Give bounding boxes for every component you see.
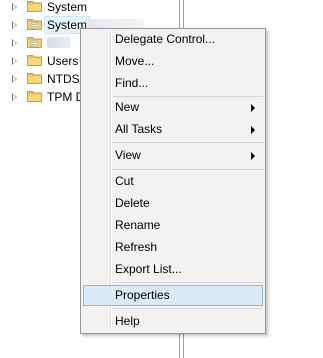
menu-item-all-tasks[interactable]: All Tasks <box>83 119 263 140</box>
expand-arrow-icon[interactable] <box>12 75 17 83</box>
folder-icon <box>27 37 42 48</box>
menu-item-label: View <box>115 148 141 162</box>
tree-item-label: NTDS <box>47 72 80 86</box>
menu-item-view[interactable]: View <box>83 145 263 166</box>
folder-icon <box>27 1 42 12</box>
menu-item-help[interactable]: Help <box>83 311 263 332</box>
expand-arrow-icon[interactable] <box>12 3 17 11</box>
expand-arrow-icon[interactable] <box>12 39 17 47</box>
menu-separator <box>113 282 263 283</box>
folder-icon <box>27 19 42 30</box>
menu-item-properties[interactable]: Properties <box>83 285 263 306</box>
menu-item-label: All Tasks <box>115 122 163 136</box>
menu-item-label: Move... <box>115 54 155 68</box>
tree-item-label: TPM D <box>47 90 85 104</box>
menu-item-label: Properties <box>115 288 170 302</box>
menu-item-move[interactable]: Move... <box>83 51 263 72</box>
menu-separator <box>113 142 263 143</box>
context-menu: Delegate Control... Move... Find... New … <box>80 28 266 334</box>
menu-item-delegate-control[interactable]: Delegate Control... <box>83 29 263 50</box>
menu-item-delete[interactable]: Delete <box>83 193 263 214</box>
menu-item-label: Delete <box>115 196 150 210</box>
tree-item-label: System <box>47 0 88 14</box>
tree-item-label: Users <box>47 54 79 68</box>
menu-separator <box>113 169 263 170</box>
redacted-text <box>47 37 71 48</box>
menu-item-label: Export List... <box>115 262 182 276</box>
menu-item-label: New <box>115 100 140 114</box>
menu-item-refresh[interactable]: Refresh <box>83 237 263 258</box>
expand-arrow-icon[interactable] <box>12 57 17 65</box>
menu-separator <box>113 308 263 309</box>
submenu-arrow-icon <box>251 152 255 160</box>
submenu-arrow-icon <box>251 104 255 112</box>
menu-item-label: Delegate Control... <box>115 32 216 46</box>
menu-item-new[interactable]: New <box>83 97 263 118</box>
folder-icon <box>27 73 42 84</box>
menu-item-rename[interactable]: Rename <box>83 215 263 236</box>
menu-item-cut[interactable]: Cut <box>83 171 263 192</box>
folder-icon <box>27 91 42 102</box>
menu-item-label: Help <box>115 314 140 328</box>
menu-item-export-list[interactable]: Export List... <box>83 259 263 280</box>
submenu-arrow-icon <box>251 126 255 134</box>
menu-item-label: Cut <box>115 174 134 188</box>
menu-item-label: Refresh <box>115 240 158 254</box>
expand-arrow-icon[interactable] <box>12 93 17 101</box>
menu-item-label: Rename <box>115 218 161 232</box>
menu-item-label: Find... <box>115 76 149 90</box>
tree-item-system[interactable]: System <box>0 0 180 16</box>
folder-icon <box>27 55 42 66</box>
menu-item-find[interactable]: Find... <box>83 73 263 94</box>
expand-arrow-icon[interactable] <box>12 21 17 29</box>
